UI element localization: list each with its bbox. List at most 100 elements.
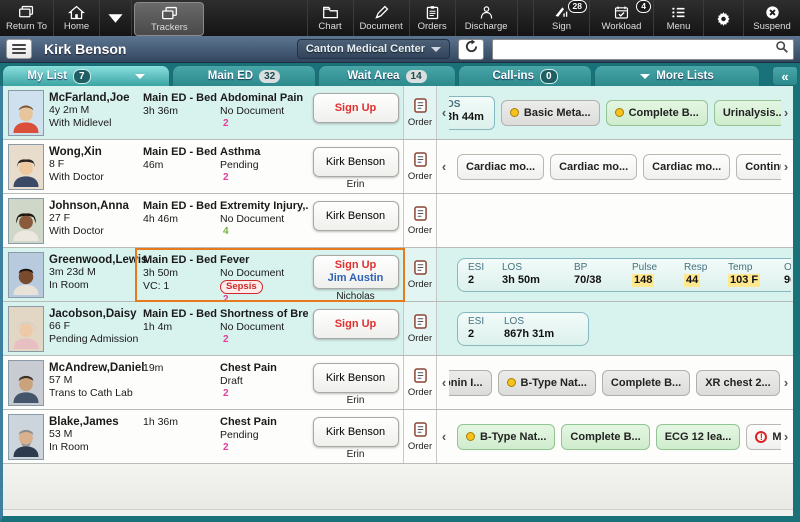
patient-row-blake[interactable]: Blake,James 53 M In Room 1h 36m Chest Pa…	[3, 410, 793, 464]
order-chip[interactable]: Complete B...	[605, 99, 708, 126]
scroll-left-icon[interactable]: ‹	[439, 376, 449, 389]
los-time: 3h 36m	[143, 105, 179, 117]
order-button[interactable]: Order	[403, 356, 437, 409]
patient-age-sex: 53 M	[49, 428, 73, 440]
sign-up-button[interactable]: Sign Up	[312, 309, 399, 339]
provider-button[interactable]: Kirk Benson	[312, 147, 399, 177]
tab-main-ed[interactable]: Main ED 32	[172, 65, 316, 86]
tab-my-list[interactable]: My List 7	[2, 65, 170, 86]
esi-los-chip[interactable]: OS 3h 44m	[449, 95, 495, 130]
chart-button[interactable]: Chart	[308, 0, 354, 36]
tab-call-ins[interactable]: Call-ins 0	[458, 65, 592, 86]
order-button[interactable]: Order	[403, 86, 437, 139]
provider-name: Kirk Benson	[325, 209, 386, 222]
order-chip[interactable]: Cardiac mo...	[643, 153, 731, 180]
chief-complaint: Asthma	[220, 146, 261, 158]
order-chips: ‹ B-Type Nat... Complete B... ECG 12 lea…	[437, 410, 793, 463]
patient-row-wong[interactable]: Wong,Xin 8 F With Doctor Main ED - Bed .…	[3, 140, 793, 194]
patient-row-mcfarland[interactable]: McFarland,Joe 4y 2m M With Midlevel Main…	[3, 86, 793, 140]
scroll-left-icon[interactable]: ‹	[439, 430, 449, 443]
order-chip[interactable]: XR chest 2...	[696, 369, 780, 396]
patient-row-mcandrew[interactable]: McAndrew,Daniel 57 M Trans to Cath Lab 1…	[3, 356, 793, 410]
find-patient-input[interactable]	[501, 42, 775, 56]
vital-header: Resp	[684, 261, 708, 273]
order-chip[interactable]: Complete B...	[601, 369, 691, 396]
assign-cell: Sign Up	[308, 86, 403, 139]
document-button[interactable]: Document	[354, 0, 410, 36]
order-chip[interactable]: ! MAR	[746, 423, 781, 450]
order-chip[interactable]: B-Type Nat...	[457, 423, 556, 450]
person-icon	[478, 5, 495, 20]
order-button[interactable]: Order	[403, 410, 437, 463]
home-dropdown-button[interactable]	[100, 0, 133, 36]
complaint-cell: Chest Pain Draft 2	[220, 356, 308, 409]
vital-value: 2	[468, 327, 475, 340]
esi-los-chip[interactable]: ESI 2 LOS 867h 31m	[457, 311, 589, 346]
order-chip[interactable]: Continuous...	[736, 153, 781, 180]
vital-value: 3h 50m	[502, 273, 540, 286]
search-icon[interactable]	[775, 40, 789, 59]
sign-up-button[interactable]: Sign Up Jim Austin	[312, 255, 399, 289]
assign-cell: Kirk Benson	[308, 194, 403, 247]
order-button[interactable]: Order	[403, 248, 437, 301]
return-to-button[interactable]: Return To	[0, 0, 55, 36]
provider-button[interactable]: Kirk Benson	[312, 417, 399, 447]
scroll-left-icon[interactable]: ‹	[439, 160, 449, 173]
scroll-right-icon[interactable]: ›	[781, 430, 791, 443]
order-button[interactable]: Order	[403, 140, 437, 193]
tab-my-list-label: My List	[27, 70, 68, 82]
menu-button[interactable]: Menu	[654, 0, 704, 36]
orders-button[interactable]: Orders	[410, 0, 456, 36]
home-button[interactable]: Home	[54, 0, 101, 36]
trackers-button[interactable]: Trackers	[134, 2, 205, 36]
facility-selector[interactable]: Canton Medical Center	[296, 39, 450, 59]
status-dot-icon	[506, 378, 516, 387]
order-chip-label: Continuous...	[745, 160, 781, 173]
bed-name: Main ED - Bed ...	[143, 92, 220, 104]
order-chip[interactable]: ECG 12 lea...	[655, 423, 741, 450]
patient-row-jacobson[interactable]: Jacobson,Daisy 66 F Pending Admission Ma…	[3, 302, 793, 356]
sign-up-button[interactable]: Sign Up	[312, 93, 399, 123]
provider-button[interactable]: Kirk Benson	[312, 363, 399, 393]
scroll-right-icon[interactable]: ›	[781, 106, 791, 119]
patient-row-greenwood-selected[interactable]: Greenwood,Lewis 3m 23d M In Room Main ED…	[3, 248, 793, 305]
order-button[interactable]: Order	[403, 194, 437, 247]
collapse-panel-button[interactable]: «	[772, 66, 798, 86]
order-label: Order	[407, 332, 433, 344]
vitals-chip[interactable]: ESI 2 LOS 3h 50m BP 70/38 Pulse 148 Resp 44 T…	[457, 257, 791, 292]
order-chip[interactable]: Basic Meta...	[500, 99, 600, 126]
tab-more-lists[interactable]: More Lists	[594, 65, 760, 86]
facility-name: Canton Medical Center	[305, 43, 425, 55]
doc-status: Pending	[220, 159, 259, 171]
order-button[interactable]: Order	[403, 302, 437, 355]
hamburger-menu-button[interactable]	[6, 39, 32, 59]
patient-status: Trans to Cath Lab	[49, 387, 133, 399]
discharge-button[interactable]: Discharge	[456, 0, 518, 36]
order-pad-icon	[413, 97, 427, 116]
refresh-button[interactable]	[458, 38, 484, 60]
order-chip[interactable]: Cardiac mo...	[457, 153, 545, 180]
order-chip[interactable]: Complete B...	[561, 423, 650, 450]
settings-button[interactable]	[704, 0, 744, 36]
provider-button[interactable]: Kirk Benson	[312, 201, 399, 231]
patient-row-johnson[interactable]: Johnson,Anna 27 F With Doctor Main ED - …	[3, 194, 793, 248]
tab-wait-area[interactable]: Wait Area 14	[318, 65, 456, 86]
bed-cell: Main ED - Bed ... 1h 4m	[143, 302, 220, 355]
bed-name: Main ED - Bed ...	[143, 254, 220, 266]
scroll-right-icon[interactable]: ›	[781, 160, 791, 173]
order-chip[interactable]: Urinalysis...	[713, 99, 781, 126]
chief-complaint: Abdominal Pain	[220, 92, 304, 104]
order-chip-label: XR chest 2...	[705, 376, 771, 389]
order-chip[interactable]: Cardiac mo...	[550, 153, 638, 180]
sign-up-label: Sign Up	[334, 259, 377, 271]
resident-name: Jim Austin	[327, 272, 384, 284]
order-chip[interactable]: B-Type Nat...	[497, 369, 596, 396]
tab-main-ed-label: Main ED	[207, 70, 254, 82]
order-chip-label: Basic Meta...	[523, 106, 591, 119]
scroll-left-icon[interactable]: ‹	[439, 106, 449, 119]
order-chip[interactable]: onin I...	[449, 369, 492, 396]
sign-button[interactable]: 28 Sign	[534, 0, 590, 36]
workload-button[interactable]: 4 Workload	[590, 0, 654, 36]
scroll-right-icon[interactable]: ›	[781, 376, 791, 389]
suspend-button[interactable]: Suspend	[744, 0, 800, 36]
